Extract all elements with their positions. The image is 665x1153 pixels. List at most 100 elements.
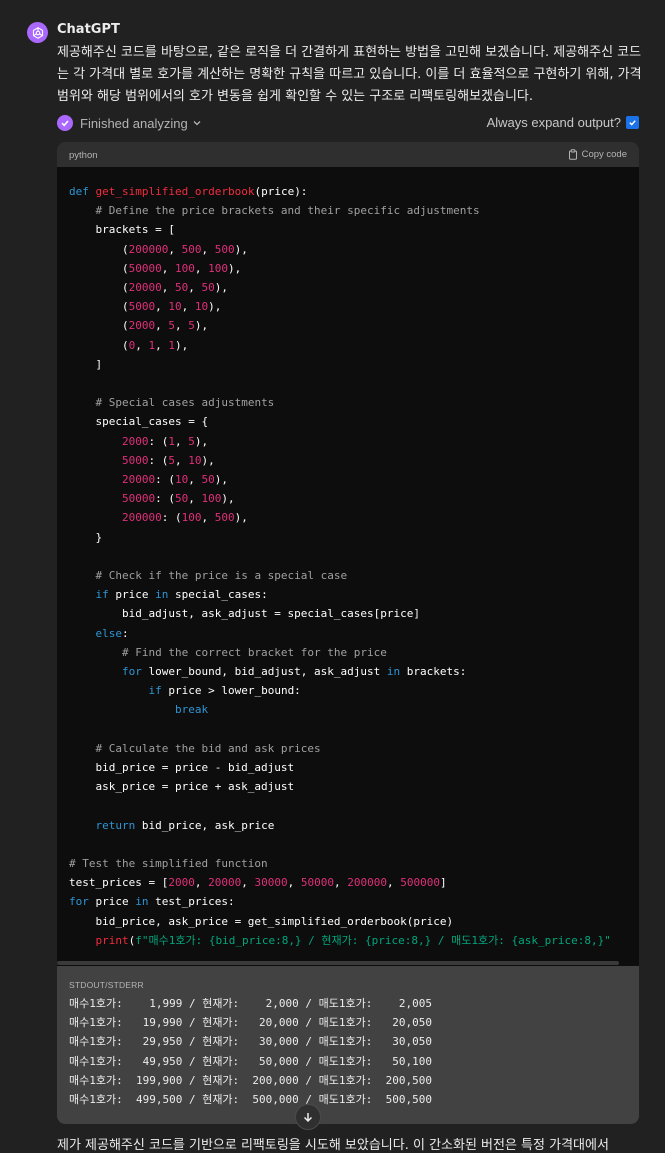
code-token: if (95, 588, 109, 602)
code-token: , (287, 876, 301, 890)
code-line: (20000, 50, 50), (69, 278, 228, 297)
code-token: 5 (188, 434, 195, 448)
code-token: 200000 (347, 876, 387, 890)
code-token: 500000 (400, 876, 440, 890)
code-token: ), (234, 242, 248, 256)
code-token: brackets: (400, 665, 467, 678)
code-token: 5 (168, 453, 175, 467)
code-line: (2000, 5, 5), (69, 316, 208, 335)
code-token: if (148, 684, 162, 698)
author-name: ChatGPT (57, 22, 120, 37)
code-header: python Copy code (57, 142, 639, 167)
code-token: , (188, 473, 202, 486)
code-token: 100 (174, 261, 195, 275)
code-token: bid_price, ask_price (135, 818, 275, 832)
code-token: get_simplified_orderbook (95, 185, 255, 198)
code-line: special_cases = { (69, 412, 208, 431)
code-token: 20000 (121, 473, 156, 486)
code-token: , (135, 338, 149, 352)
code-token: , (188, 492, 202, 506)
code-line: ] (69, 355, 102, 374)
code-token: , (181, 300, 195, 314)
code-line: 5000: (5, 10), (69, 451, 215, 470)
stdout-line: 매수1호가: 499,500 / 현재가: 500,000 / 매도1호가: 5… (69, 1093, 432, 1106)
code-token: , (201, 242, 215, 256)
code-token: test_prices = [ (69, 876, 169, 890)
code-token: , (194, 261, 209, 275)
code-token: 2000 (121, 434, 149, 448)
code-token: , (201, 511, 215, 525)
code-token: brackets = [ (69, 223, 175, 237)
code-token: # Find the correct bracket for the price (121, 645, 387, 659)
code-token: bid_adjust, ask_adjust = special_cases[p… (69, 607, 420, 621)
code-token: , (161, 281, 175, 294)
code-token: f"매수1호가: {bid_price:8,} / 현재가: {price:8,… (135, 933, 611, 947)
code-token: bid_price = price - bid_adjust (69, 761, 295, 774)
scroll-to-bottom-button[interactable] (295, 1104, 321, 1130)
code-token: , (188, 281, 202, 294)
stdout-line: 매수1호가: 29,950 / 현재가: 30,000 / 매도1호가: 30,… (69, 1035, 432, 1049)
code-token: ), (201, 453, 215, 467)
code-token: 10 (168, 300, 182, 314)
code-token: ] (439, 876, 447, 890)
code-line: for lower_bound, bid_adjust, ask_adjust … (69, 662, 466, 681)
code-token: ( (69, 338, 129, 352)
analysis-toggle[interactable]: Finished analyzing (57, 115, 202, 131)
code-token: price (108, 588, 156, 602)
code-token: ( (69, 319, 129, 333)
code-token: 20000 (208, 876, 242, 890)
copy-code-label: Copy code (581, 149, 627, 160)
code-token: ), (214, 281, 228, 294)
code-token: ask_price = price + ask_adjust (69, 780, 295, 794)
code-line: test_prices = [2000, 20000, 30000, 50000… (69, 873, 447, 892)
code-token: , (155, 319, 169, 333)
code-line: bid_price = price - bid_adjust (69, 758, 294, 777)
stdout-line: 매수1호가: 199,900 / 현재가: 200,000 / 매도1호가: 2… (69, 1073, 432, 1087)
code-token: test_prices: (148, 895, 235, 909)
code-token: , (161, 261, 175, 275)
code-token: 5000 (121, 453, 149, 467)
expand-output-checkbox[interactable] (626, 116, 639, 129)
code-token: for (69, 895, 89, 909)
intro-text: 제공해주신 코드를 바탕으로, 같은 로직을 더 간결하게 표현하는 방법을 고… (57, 45, 642, 104)
code-line: bid_price, ask_price = get_simplified_or… (69, 912, 453, 931)
code-token: 200000 (121, 511, 162, 525)
code-token: : ( (148, 453, 169, 467)
code-token: 50000 (128, 261, 162, 275)
code-token: , (174, 319, 189, 333)
code-line: if price in special_cases: (69, 585, 268, 604)
followup-text: 제가 제공해주신 코드를 기반으로 리팩토링을 시도해 보았습니다. 이 간소화… (57, 1138, 609, 1153)
code-token: ), (194, 319, 209, 333)
code-token: ( (69, 242, 129, 256)
code-token: return (95, 818, 136, 832)
code-token: ), (221, 492, 235, 506)
code-token: ( (69, 281, 129, 294)
code-token: : (122, 626, 129, 640)
code-line: 20000: (10, 50), (69, 470, 228, 489)
code-token: , (174, 453, 189, 467)
check-circle-icon (57, 115, 73, 131)
code-token: 100 (181, 511, 202, 525)
code-token: 500 (181, 242, 202, 256)
code-token: 30000 (254, 876, 288, 890)
analysis-bar: Finished analyzing Always expand output? (57, 115, 641, 133)
horizontal-scrollbar[interactable] (57, 961, 619, 965)
code-token: # Test the simplified function (69, 857, 268, 870)
copy-code-button[interactable]: Copy code (568, 149, 627, 160)
code-token: for (121, 665, 142, 678)
code-line: 200000: (100, 500), (69, 508, 248, 527)
code-line: break (69, 700, 208, 719)
code-block: python Copy code def get_simplified_orde… (57, 142, 639, 1124)
code-token: , (333, 876, 348, 890)
code-line: # Check if the price is a special case (69, 566, 348, 585)
code-token: 10 (188, 453, 202, 467)
code-token: ), (174, 338, 189, 352)
code-token: special_cases = { (69, 415, 209, 429)
code-token: def (69, 185, 96, 198)
